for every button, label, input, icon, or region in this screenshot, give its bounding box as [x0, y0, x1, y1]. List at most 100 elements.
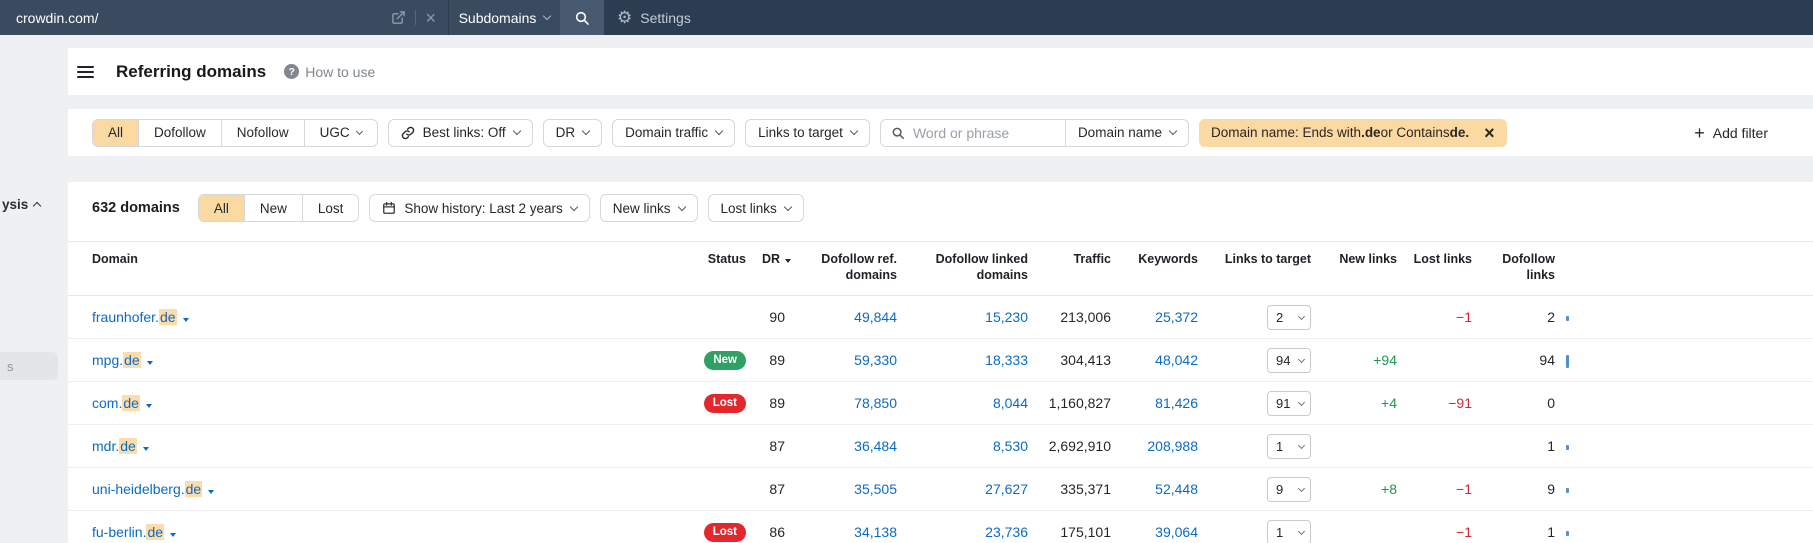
links-to-target-label: Links to target	[758, 125, 843, 140]
links-to-target-cell: 1	[1198, 424, 1311, 468]
segment-label: New	[259, 200, 287, 216]
links-to-target-value: 1	[1276, 438, 1284, 454]
segment-all[interactable]: All	[93, 119, 139, 146]
column-header[interactable]: Dofollow linked domains	[897, 242, 1028, 296]
keywords-link[interactable]: 208,988	[1147, 438, 1198, 454]
menu-button[interactable]	[77, 59, 103, 85]
chevron-down-icon[interactable]	[146, 361, 153, 365]
dofollow-ref-domains-cell: 36,484	[791, 424, 897, 468]
keywords-link[interactable]: 52,448	[1155, 481, 1198, 497]
dofollow-linked-domains-link[interactable]: 15,230	[985, 309, 1028, 325]
column-header[interactable]: Domain	[68, 242, 652, 296]
best-links-label: Best links: Off	[422, 125, 506, 140]
dofollow-linked-domains-link[interactable]: 27,627	[985, 481, 1028, 497]
status-segmented-control: All New Lost	[197, 194, 360, 222]
domain-link[interactable]: mpg.de	[92, 352, 141, 368]
column-header[interactable]: Dofollow ref. domains	[791, 242, 897, 296]
sidebar-item-active[interactable]: s	[0, 352, 58, 380]
links-to-target-select[interactable]: 1	[1267, 519, 1311, 543]
links-to-target-select[interactable]: 1	[1267, 433, 1311, 459]
dr-cell: 87	[746, 467, 791, 511]
dofollow-linked-domains-link[interactable]: 18,333	[985, 352, 1028, 368]
domain-text: mdr.	[92, 438, 120, 454]
external-link-icon[interactable]	[391, 10, 406, 25]
top-bar: × Subdomains ⚙ Settings	[0, 0, 1813, 35]
keywords-link[interactable]: 81,426	[1155, 395, 1198, 411]
new-links-label: New links	[612, 200, 671, 216]
domain-link[interactable]: fu-berlin.de	[92, 524, 165, 540]
lost-links-dropdown[interactable]: Lost links	[707, 194, 804, 222]
add-filter-button[interactable]: + Add filter	[1694, 124, 1768, 142]
dofollow-ref-domains-link[interactable]: 49,844	[854, 309, 897, 325]
domain-link[interactable]: com.de	[92, 395, 140, 411]
links-to-target-value: 1	[1276, 524, 1284, 540]
search-button[interactable]	[560, 0, 604, 35]
dofollow-linked-domains-link[interactable]: 8,044	[993, 395, 1028, 411]
dofollow-ref-domains-link[interactable]: 59,330	[854, 352, 897, 368]
dofollow-linked-domains-link[interactable]: 8,530	[993, 438, 1028, 454]
new-links-dropdown[interactable]: New links	[599, 194, 698, 222]
best-links-button[interactable]: Best links: Off	[387, 118, 533, 147]
column-header[interactable]: Traffic	[1028, 242, 1111, 296]
links-to-target-select[interactable]: 9	[1267, 476, 1311, 502]
keywords-link[interactable]: 39,064	[1155, 524, 1198, 540]
status-cell: Lost	[652, 381, 746, 425]
dofollow-ref-domains-link[interactable]: 34,138	[854, 524, 897, 540]
chevron-down-icon[interactable]	[145, 404, 152, 408]
settings-button[interactable]: ⚙ Settings	[617, 0, 691, 35]
segment-dofollow[interactable]: Dofollow	[138, 119, 221, 146]
column-header[interactable]: Links to target	[1198, 242, 1311, 296]
chevron-down-icon[interactable]	[170, 533, 177, 537]
column-header[interactable]: DR	[746, 242, 791, 296]
keywords-cell: 52,448	[1111, 467, 1198, 511]
dofollow-ref-domains-cell: 49,844	[791, 295, 897, 339]
dofollow-ref-domains-link[interactable]: 78,850	[854, 395, 897, 411]
domain-link[interactable]: uni-heidelberg.de	[92, 481, 203, 497]
chevron-down-icon[interactable]	[182, 318, 189, 322]
links-to-target-select[interactable]: 91	[1267, 390, 1311, 416]
dofollow-ref-domains-link[interactable]: 36,484	[854, 438, 897, 454]
active-filter-chip[interactable]: Domain name: Ends with .de or Contains d…	[1198, 118, 1507, 147]
segment-label: Dofollow	[154, 125, 206, 140]
sort-desc-icon	[785, 259, 791, 263]
keywords-link[interactable]: 48,042	[1155, 352, 1198, 368]
search-icon	[881, 126, 913, 140]
segment-new[interactable]: New	[243, 195, 302, 221]
target-url-input[interactable]	[16, 9, 392, 26]
dr-filter-button[interactable]: DR	[542, 118, 603, 147]
dofollow-linked-domains-cell: 18,333	[897, 338, 1028, 382]
domain-text: com.	[92, 395, 123, 411]
search-scope-dropdown[interactable]: Domain name	[1066, 125, 1188, 140]
links-to-target-select[interactable]: 94	[1267, 347, 1311, 373]
segment-lost[interactable]: Lost	[301, 195, 359, 221]
segment-ugc[interactable]: UGC	[303, 119, 377, 146]
word-search-input[interactable]	[912, 124, 1065, 141]
chevron-down-icon	[1297, 527, 1306, 535]
column-header[interactable]: Status	[652, 242, 746, 296]
filter-chip-text: Domain name: Ends with	[1210, 125, 1362, 140]
column-header[interactable]: New links	[1311, 242, 1397, 296]
keywords-cell: 48,042	[1111, 338, 1198, 382]
how-to-use-link[interactable]: ? How to use	[284, 64, 375, 80]
links-to-target-select[interactable]: 2	[1267, 304, 1311, 330]
segment-nofollow[interactable]: Nofollow	[220, 119, 304, 146]
scope-dropdown[interactable]: Subdomains	[448, 0, 560, 35]
domain-traffic-filter-button[interactable]: Domain traffic	[612, 118, 736, 147]
dofollow-linked-domains-link[interactable]: 23,736	[985, 524, 1028, 540]
column-header[interactable]: Lost links	[1397, 242, 1472, 296]
clear-url-icon[interactable]: ×	[425, 9, 436, 27]
target-url-field[interactable]: ×	[0, 0, 448, 35]
sidebar-item-analysis[interactable]: ysis	[2, 197, 42, 212]
column-header[interactable]: Dofollow links	[1472, 242, 1555, 296]
chevron-down-icon[interactable]	[208, 490, 215, 494]
segment-all[interactable]: All	[198, 195, 244, 221]
keywords-link[interactable]: 25,372	[1155, 309, 1198, 325]
domain-link[interactable]: fraunhofer.de	[92, 309, 177, 325]
column-header[interactable]: Keywords	[1111, 242, 1198, 296]
show-history-button[interactable]: Show history: Last 2 years	[369, 194, 590, 222]
chevron-down-icon[interactable]	[142, 447, 149, 451]
remove-filter-icon[interactable]: ×	[1484, 124, 1495, 142]
links-to-target-filter-button[interactable]: Links to target	[745, 118, 870, 147]
domain-link[interactable]: mdr.de	[92, 438, 137, 454]
dofollow-ref-domains-link[interactable]: 35,505	[854, 481, 897, 497]
